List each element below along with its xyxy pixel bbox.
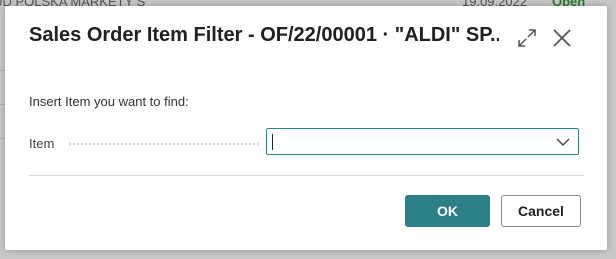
field-leader-dots: [69, 143, 259, 145]
sales-order-item-filter-dialog: Sales Order Item Filter - OF/22/00001 · …: [5, 6, 607, 250]
dialog-title: Sales Order Item Filter - OF/22/00001 · …: [29, 24, 499, 46]
text-caret: [272, 134, 273, 150]
ok-button[interactable]: OK: [405, 195, 490, 227]
expand-icon[interactable]: [515, 26, 539, 50]
item-select-input[interactable]: [266, 128, 579, 155]
close-icon[interactable]: [550, 26, 574, 50]
cancel-button[interactable]: Cancel: [501, 195, 581, 227]
item-field-label: Item: [29, 136, 55, 151]
chevron-down-icon[interactable]: [556, 135, 570, 149]
footer-divider: [29, 175, 584, 176]
instruction-text: Insert Item you want to find:: [29, 94, 189, 109]
